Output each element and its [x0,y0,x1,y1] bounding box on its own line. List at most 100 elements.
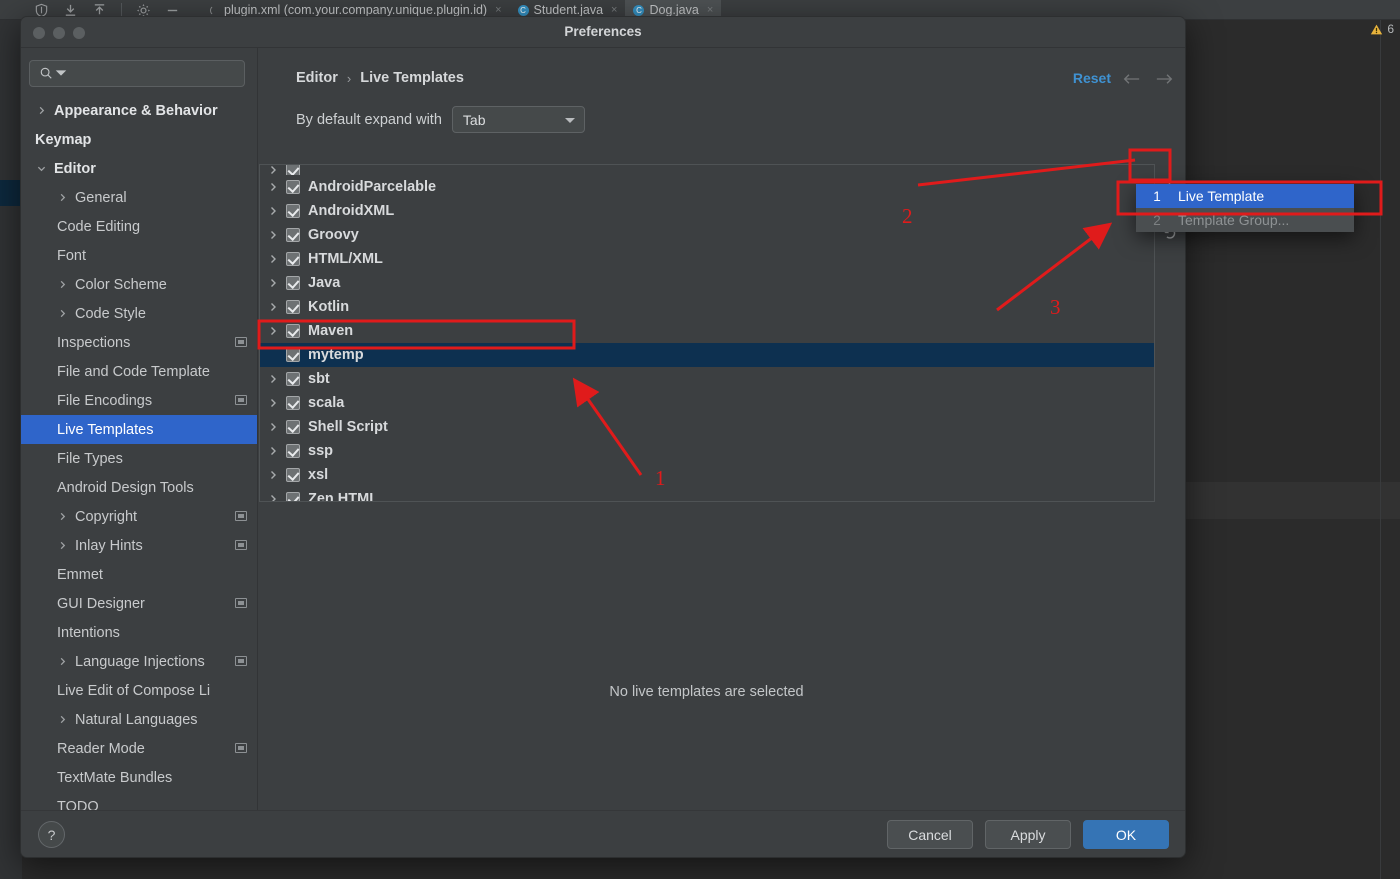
template-group-checkbox[interactable] [286,252,300,266]
tab-close-icon[interactable]: × [707,4,713,16]
back-arrow-icon[interactable] [1123,72,1140,86]
chevron-right-icon[interactable] [268,422,278,432]
warning-indicator[interactable]: 6 [1370,22,1394,36]
template-group-checkbox[interactable] [286,444,300,458]
template-group-row[interactable]: Shell Script [260,415,1154,439]
chevron-right-icon[interactable] [58,280,67,289]
sidebar-item-intentions[interactable]: Intentions [21,618,257,647]
chevron-right-icon[interactable] [58,657,67,666]
template-group-checkbox[interactable] [286,372,300,386]
expand-with-value: Tab [462,111,486,128]
chevron-right-icon[interactable] [268,182,278,192]
sidebar-item-gui-designer[interactable]: GUI Designer [21,589,257,618]
sidebar-item-language-injections[interactable]: Language Injections [21,647,257,676]
template-group-checkbox[interactable] [286,420,300,434]
template-group-checkbox[interactable] [286,396,300,410]
sidebar-item-live-edit-of-compose-li[interactable]: Live Edit of Compose Li [21,676,257,705]
sidebar-item-editor[interactable]: Editor [21,154,257,183]
chevron-right-icon[interactable] [268,470,278,480]
template-group-name: Groovy [308,227,359,243]
sidebar-item-textmate-bundles[interactable]: TextMate Bundles [21,763,257,792]
template-group-row[interactable]: Maven [260,319,1154,343]
sidebar-item-code-style[interactable]: Code Style [21,299,257,328]
template-group-row[interactable]: Groovy [260,223,1154,247]
template-group-name: scala [308,395,345,411]
sidebar-item-reader-mode[interactable]: Reader Mode [21,734,257,763]
sidebar-item-live-templates[interactable]: Live Templates [21,415,257,444]
sidebar-item-copyright[interactable]: Copyright [21,502,257,531]
chevron-right-icon[interactable] [58,193,67,202]
template-group-row[interactable]: xsl [260,463,1154,487]
sidebar-item-color-scheme[interactable]: Color Scheme [21,270,257,299]
menu-item-template-group[interactable]: 2 Template Group... [1136,208,1354,232]
sidebar-item-emmet[interactable]: Emmet [21,560,257,589]
chevron-right-icon[interactable] [37,106,46,115]
sidebar-item-inspections[interactable]: Inspections [21,328,257,357]
template-group-row[interactable]: HTML/XML [260,247,1154,271]
template-group-checkbox[interactable] [286,228,300,242]
template-group-checkbox[interactable] [286,300,300,314]
sidebar-item-file-types[interactable]: File Types [21,444,257,473]
chevron-right-icon[interactable] [268,165,278,175]
expand-with-select[interactable]: Tab [451,106,585,133]
sidebar-item-file-encodings[interactable]: File Encodings [21,386,257,415]
template-group-row[interactable]: Java [260,271,1154,295]
chevron-right-icon[interactable] [268,254,278,264]
sidebar-item-todo[interactable]: TODO [21,792,257,811]
template-group-checkbox[interactable] [286,324,300,338]
chevron-right-icon[interactable] [268,326,278,336]
sidebar-item-file-and-code-template[interactable]: File and Code Template [21,357,257,386]
template-group-row[interactable]: Kotlin [260,295,1154,319]
sidebar-item-inlay-hints[interactable]: Inlay Hints [21,531,257,560]
cancel-button[interactable]: Cancel [887,820,973,849]
template-group-row[interactable]: mytemp [260,343,1154,367]
apply-button[interactable]: Apply [985,820,1071,849]
search-box[interactable] [29,60,245,87]
chevron-right-icon[interactable] [268,302,278,312]
chevron-right-icon[interactable] [268,398,278,408]
forward-arrow-icon[interactable] [1156,72,1173,86]
template-group-checkbox[interactable] [286,165,300,175]
template-group-row[interactable] [260,165,1154,175]
template-group-checkbox[interactable] [286,276,300,290]
chevron-right-icon[interactable] [268,278,278,288]
breadcrumb-parent[interactable]: Editor [296,70,338,86]
chevron-right-icon[interactable] [58,715,67,724]
sidebar-item-appearance-behavior[interactable]: Appearance & Behavior [21,96,257,125]
template-group-row[interactable]: Zen HTML [260,487,1154,502]
help-button[interactable]: ? [38,821,65,848]
search-input[interactable] [60,61,238,86]
chevron-right-icon[interactable] [268,446,278,456]
template-group-checkbox[interactable] [286,180,300,194]
template-group-row[interactable]: AndroidParcelable [260,175,1154,199]
template-group-checkbox[interactable] [286,204,300,218]
sidebar-item-keymap[interactable]: Keymap [21,125,257,154]
sidebar-item-general[interactable]: General [21,183,257,212]
reset-link[interactable]: Reset [1073,70,1111,86]
chevron-right-icon[interactable] [268,494,278,502]
breadcrumb: Editor › Live Templates [296,70,464,86]
tab-close-icon[interactable]: × [495,4,501,16]
chevron-right-icon[interactable] [268,230,278,240]
template-group-row[interactable]: scala [260,391,1154,415]
ok-button[interactable]: OK [1083,820,1169,849]
template-group-checkbox[interactable] [286,468,300,482]
chevron-right-icon[interactable] [58,541,67,550]
chevron-right-icon[interactable] [58,512,67,521]
template-group-checkbox[interactable] [286,348,300,362]
chevron-right-icon[interactable] [58,309,67,318]
menu-item-live-template[interactable]: 1 Live Template [1136,184,1354,208]
sidebar-item-natural-languages[interactable]: Natural Languages [21,705,257,734]
tab-close-icon[interactable]: × [611,4,617,16]
sidebar-item-android-design-tools[interactable]: Android Design Tools [21,473,257,502]
sidebar-item-font[interactable]: Font [21,241,257,270]
template-group-row[interactable]: ssp [260,439,1154,463]
chevron-right-icon[interactable] [268,374,278,384]
template-group-list[interactable]: AndroidParcelable AndroidXML Groovy HTML/XM… [259,164,1155,502]
template-group-checkbox[interactable] [286,492,300,501]
sidebar-item-code-editing[interactable]: Code Editing [21,212,257,241]
template-group-row[interactable]: AndroidXML [260,199,1154,223]
chevron-down-icon[interactable] [37,164,46,173]
template-group-row[interactable]: sbt [260,367,1154,391]
chevron-right-icon[interactable] [268,206,278,216]
